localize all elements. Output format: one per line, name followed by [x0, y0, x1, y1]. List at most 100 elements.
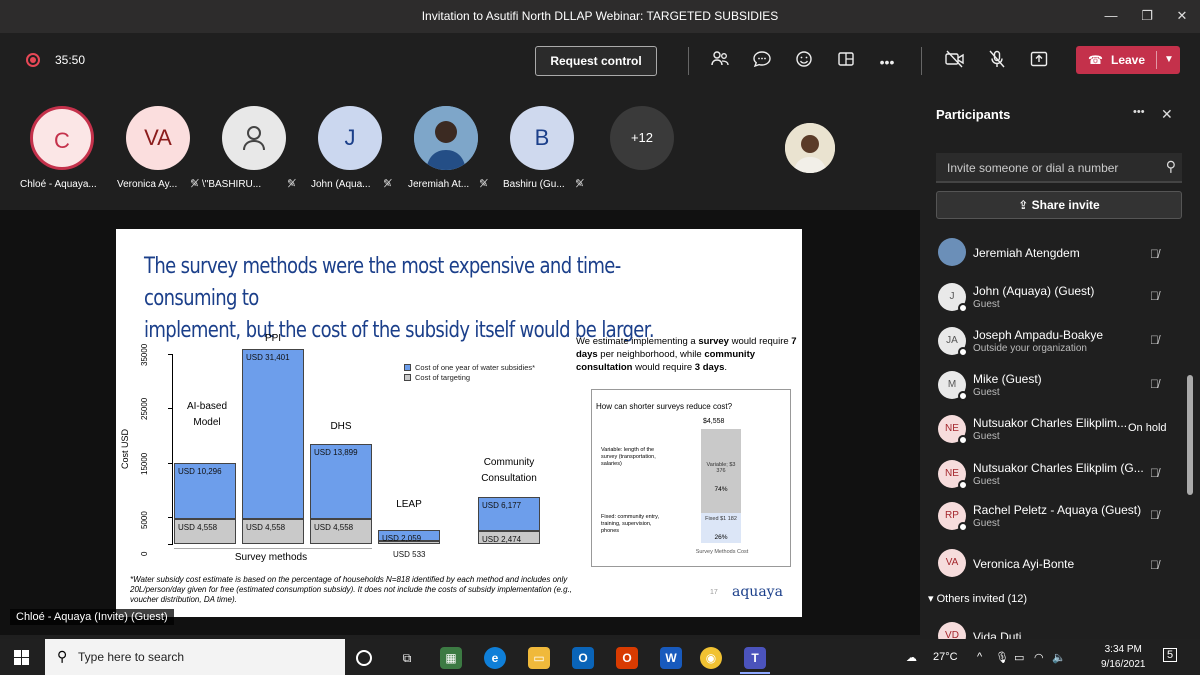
participant-row[interactable]: J John (Aquaya) (Guest) Guest 🎙̸ — [936, 281, 1186, 321]
participant-row-name: Nutsuakor Charles Elikplim... — [973, 416, 1128, 430]
people-icon[interactable] — [707, 49, 733, 75]
windows-taskbar: ⚲ Type here to search ⧉ ▦ e ▭ O O W ◉ T … — [0, 639, 1200, 675]
chevron-down-icon[interactable]: ▼ — [1164, 46, 1174, 74]
others-invited-toggle[interactable]: ▾ Others invited (12) — [928, 592, 1027, 605]
mic-off-icon: ✎̸ — [287, 178, 297, 190]
taskbar-search-placeholder: Type here to search — [78, 650, 185, 664]
category-label-line: LEAP — [396, 499, 422, 510]
panel-close-icon[interactable]: ✕ — [1161, 106, 1173, 123]
camera-off-icon[interactable] — [942, 49, 968, 75]
edge-icon[interactable]: e — [484, 647, 506, 669]
category-label-line: Model — [193, 417, 221, 428]
presenter-label: Chloé - Aquaya (Invite) (Guest) — [10, 609, 174, 625]
participant-row[interactable]: JA Joseph Ampadu-Boakye Outside your organ… — [936, 325, 1186, 365]
category-label-line: DHS — [330, 421, 352, 432]
chrome-icon[interactable]: ◉ — [700, 647, 722, 669]
presence-status-icon — [958, 522, 968, 532]
network-icon[interactable]: ◠ — [1034, 651, 1044, 664]
task-view-icon[interactable]: ⧉ — [396, 647, 418, 669]
windows-start-icon[interactable] — [14, 650, 30, 666]
others-invited-label: Others invited (12) — [936, 593, 1028, 605]
participant-row[interactable]: RP Rachel Peletz - Aquaya (Guest) Guest 🎙̸ — [936, 500, 1186, 540]
close-icon[interactable]: ✕ — [1164, 4, 1200, 28]
avatar — [938, 238, 966, 266]
more-actions-icon[interactable]: ••• — [874, 49, 900, 75]
request-control-button[interactable]: Request control — [535, 46, 657, 76]
mic-tray-icon[interactable]: 🎙 — [995, 651, 1009, 664]
word-icon[interactable]: W — [660, 647, 682, 669]
category-label: LEAP — [378, 497, 440, 513]
inset-axis-label: Survey Methods Cost — [695, 549, 749, 555]
leave-button[interactable]: ☎ Leave ▼ — [1076, 46, 1180, 74]
estimate-text-part: per neighborhood, while — [597, 349, 705, 360]
tray-chevron-icon[interactable]: ^ — [977, 651, 982, 663]
bar-value-label: USD 533 — [393, 550, 426, 559]
share-invite-button[interactable]: ⇪ Share invite — [936, 191, 1182, 219]
participant-row[interactable]: Jeremiah Atengdem 🎙̸ — [936, 236, 1186, 276]
battery-icon[interactable]: ▭ — [1014, 651, 1024, 664]
category-label: PPI — [242, 331, 304, 347]
more-participants-button[interactable]: +12 — [610, 106, 674, 170]
bar-value-label: USD 2,474 — [482, 534, 522, 544]
weather-icon[interactable]: ☁ — [906, 651, 917, 664]
inset-fixed-desc: Fixed: community entry, training, superv… — [601, 514, 659, 534]
search-icon[interactable]: ⚲ — [1166, 158, 1176, 175]
minimize-icon[interactable]: — — [1093, 4, 1129, 28]
bar-value-label: USD 4,558 — [178, 523, 218, 533]
volume-icon[interactable]: 🔈 — [1052, 651, 1066, 664]
invite-input[interactable]: Invite someone or dial a number ⚲ — [936, 153, 1182, 183]
survey-methods-bracket — [174, 548, 372, 549]
cortana-icon[interactable] — [356, 650, 372, 666]
participant-row-name: Joseph Ampadu-Boakye — [973, 328, 1104, 342]
taskbar-search-input[interactable]: ⚲ Type here to search — [45, 639, 345, 675]
panel-scrollbar[interactable] — [1187, 375, 1193, 495]
file-explorer-icon[interactable]: ▭ — [528, 647, 550, 669]
y-tick-label: 25000 — [140, 398, 149, 421]
participant-name: John (Aqua... — [311, 179, 371, 190]
breakout-rooms-icon[interactable] — [833, 49, 859, 75]
notification-icon[interactable]: 5 — [1163, 648, 1178, 662]
toolbar-divider — [688, 47, 689, 75]
self-video-preview[interactable] — [785, 123, 835, 173]
inset-variable-pct: 74% — [714, 486, 728, 493]
participant-tile[interactable]: J — [318, 106, 382, 170]
participant-row[interactable]: NE Nutsuakor Charles Elikplim (G... Guest 🎙… — [936, 458, 1186, 498]
participant-row[interactable]: M Mike (Guest) Guest 🎙̸ — [936, 369, 1186, 409]
bar-value-label: USD 10,296 — [178, 467, 222, 477]
temperature[interactable]: 27°C — [933, 651, 958, 663]
clock-time: 3:34 PM — [1104, 644, 1142, 655]
bar-value-label: USD 4,558 — [246, 523, 286, 533]
presence-status-icon — [958, 303, 968, 313]
presence-status-icon — [958, 435, 968, 445]
share-tray-icon[interactable] — [1026, 49, 1052, 75]
participant-tile[interactable] — [222, 106, 286, 170]
teams-active-indicator — [740, 672, 770, 674]
participant-row-name: Mike (Guest) — [973, 372, 1042, 386]
calculator-icon[interactable]: ▦ — [440, 647, 462, 669]
participant-photo-tile[interactable] — [414, 106, 478, 170]
mic-off-icon[interactable] — [984, 49, 1010, 75]
participant-row-role: Guest — [973, 476, 1000, 487]
chat-icon[interactable] — [749, 49, 775, 75]
participant-name: \"BASHIRU... — [202, 179, 262, 190]
participant-tile[interactable]: C — [30, 106, 94, 170]
y-tick-label: 35000 — [140, 343, 149, 366]
estimate-text-part: would require — [728, 336, 792, 347]
restore-icon[interactable]: ❐ — [1129, 4, 1165, 28]
taskbar-clock[interactable]: 3:34 PM 9/16/2021 — [1101, 642, 1146, 672]
mic-off-icon: ✎̸ — [383, 178, 393, 190]
mic-off-icon: 🎙̸ — [1150, 333, 1159, 347]
participant-row[interactable]: VA Veronica Ayi-Bonte 🎙̸ — [936, 547, 1186, 587]
participant-row-role: Guest — [973, 518, 1000, 529]
participant-tile[interactable]: B — [510, 106, 574, 170]
mic-off-icon: 🎙̸ — [1150, 466, 1159, 480]
participant-tile[interactable]: VA — [126, 106, 190, 170]
panel-more-icon[interactable]: ••• — [1133, 106, 1145, 118]
participant-row-name: John (Aquaya) (Guest) — [973, 284, 1095, 298]
participant-name: Bashiru (Gu... — [503, 179, 565, 190]
reactions-icon[interactable] — [791, 49, 817, 75]
outlook-icon[interactable]: O — [572, 647, 594, 669]
teams-icon[interactable]: T — [744, 647, 766, 669]
office-icon[interactable]: O — [616, 647, 638, 669]
inset-total: $4,558 — [703, 418, 725, 425]
